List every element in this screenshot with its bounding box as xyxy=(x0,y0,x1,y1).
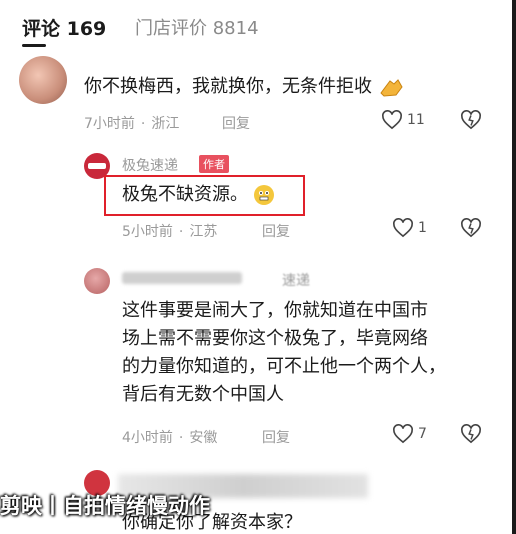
like-count: 7 xyxy=(418,426,427,442)
right-edge-bar xyxy=(512,0,516,534)
heart-icon xyxy=(393,218,413,238)
author-badge: 作者 xyxy=(199,155,229,173)
reply-text-line: 背后有无数个中国人 xyxy=(122,384,284,405)
tab-store-reviews[interactable]: 门店评价 8814 xyxy=(135,14,259,40)
heart-icon xyxy=(393,424,413,444)
reply-button[interactable]: 回复 xyxy=(262,427,290,447)
tab-comments[interactable]: 评论 169 xyxy=(22,14,106,41)
avatar[interactable] xyxy=(19,56,67,104)
author-name[interactable]: 极兔速递 xyxy=(122,155,178,175)
reply-meta: 5小时前 · 江苏 xyxy=(122,224,218,240)
brand-logo xyxy=(88,163,106,169)
highlight-box xyxy=(104,175,305,216)
reply-button[interactable]: 回复 xyxy=(262,221,290,241)
blurred-username xyxy=(122,272,242,284)
like-button[interactable]: 1 xyxy=(392,218,427,238)
dislike-icon[interactable] xyxy=(460,218,482,238)
reply-button[interactable]: 回复 xyxy=(222,113,250,133)
reply-text-line: 这件事要是闹大了，你就知道在中国市 xyxy=(122,300,428,321)
like-count: 1 xyxy=(418,220,427,236)
video-watermark: 剪映丨自拍情绪慢动作 xyxy=(0,494,210,518)
dislike-icon[interactable] xyxy=(460,110,482,130)
like-count: 11 xyxy=(407,112,425,128)
like-button[interactable]: 11 xyxy=(381,110,425,130)
comment-meta: 7小时前 · 浙江 xyxy=(84,116,180,132)
dislike-icon[interactable] xyxy=(460,424,482,444)
comment-text: 你不换梅西，我就换你，无条件拒收 xyxy=(84,73,404,101)
heart-icon xyxy=(382,110,402,130)
active-tab-indicator xyxy=(22,44,46,47)
reply-text-line: 的力量你知道的，可不止他一个两个人， xyxy=(122,356,446,377)
avatar[interactable] xyxy=(84,268,110,294)
reply-meta: 4小时前 · 安徽 xyxy=(122,430,218,446)
comment-tabs: 评论 169 门店评价 8814 xyxy=(0,0,516,50)
clapping-emoji-icon xyxy=(378,77,404,97)
reply-text-line: 场上需不需要你这个极兔了，毕竟网络 xyxy=(122,328,428,349)
reply-target-suffix: 速递 xyxy=(282,273,310,289)
like-button[interactable]: 7 xyxy=(392,424,427,444)
